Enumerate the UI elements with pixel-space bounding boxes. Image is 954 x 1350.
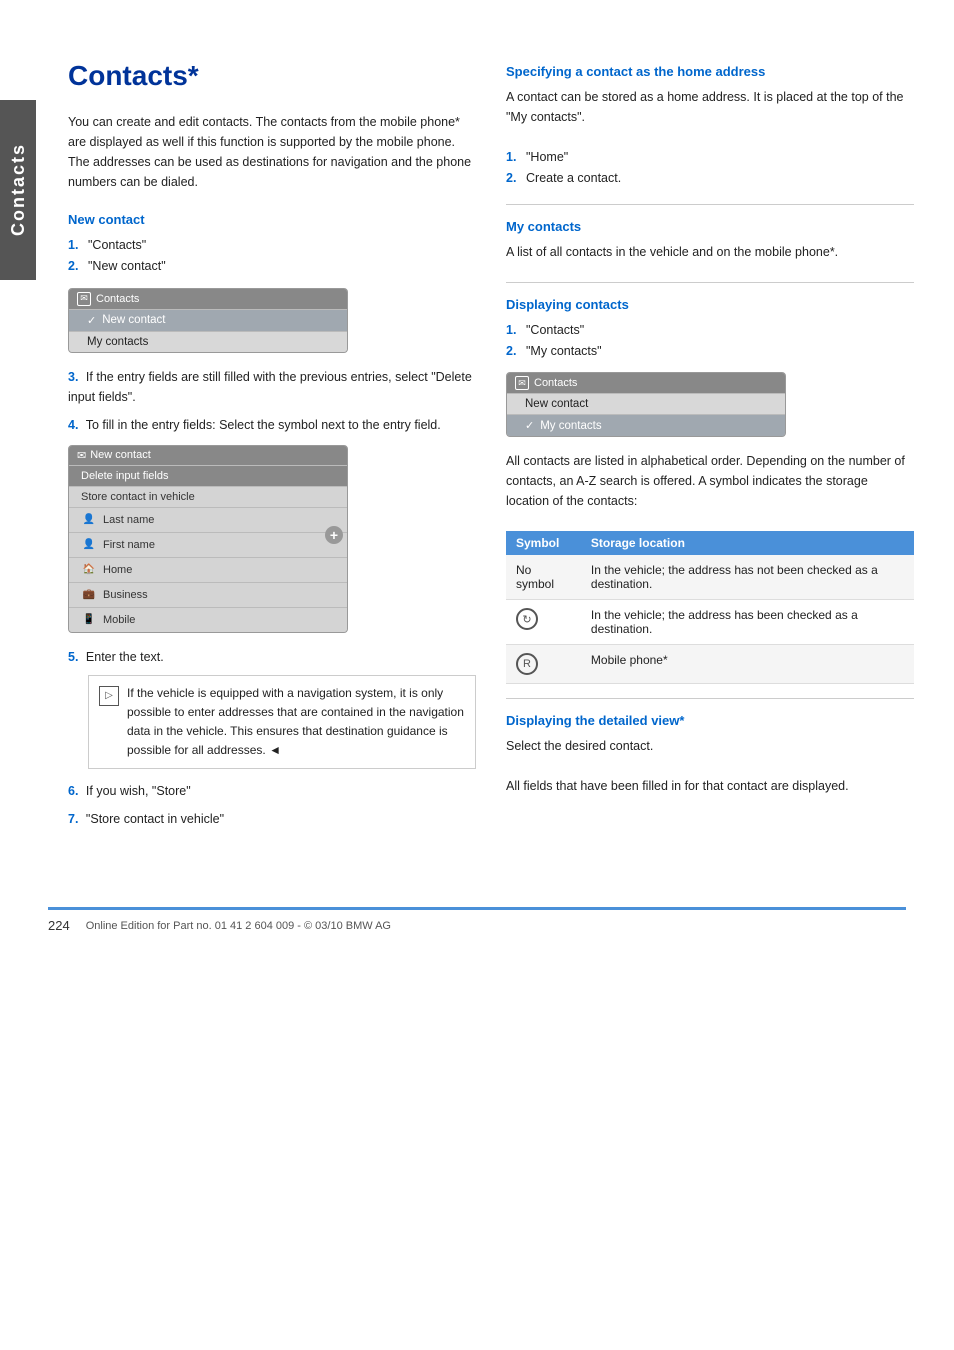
detail-view-intro: Select the desired contact. [506, 736, 914, 756]
arrow-circle-icon: ↻ [516, 608, 538, 630]
mobile-circle-icon: R [516, 653, 538, 675]
symbol-col-header: Symbol [506, 531, 581, 555]
mockup-row-my-contacts: My contacts [69, 331, 347, 352]
list-item: 2. "New contact" [68, 256, 476, 277]
list-item: 2. Create a contact. [506, 168, 914, 189]
nc-home-row: 🏠 Home [69, 557, 347, 582]
person-icon-lastname: 👤 [81, 512, 97, 528]
list-item: 2. "My contacts" [506, 341, 914, 362]
navigation-note: If the vehicle is equipped with a naviga… [88, 675, 476, 770]
location-cell-arrow: In the vehicle; the address has been che… [581, 600, 914, 645]
copyright-text: Online Edition for Part no. 01 41 2 604 … [86, 920, 391, 932]
section-divider-2 [506, 282, 914, 283]
step-6: 6. If you wish, "Store" [68, 781, 476, 801]
page-number: 224 [48, 918, 70, 933]
home-icon: 🏠 [81, 562, 97, 578]
new-contact-icon: ✉ [77, 449, 86, 462]
page-title: Contacts* [68, 60, 476, 92]
contacts-icon: ✉ [77, 292, 91, 306]
list-item: 1. "Home" [506, 147, 914, 168]
list-item: 1. "Contacts" [68, 235, 476, 256]
home-address-steps: 1. "Home" 2. Create a contact. [506, 147, 914, 190]
nc-delete-row: Delete input fields [69, 465, 347, 486]
section-divider-3 [506, 698, 914, 699]
nc-mobile-row: 📱 Mobile [69, 607, 347, 632]
business-icon: 💼 [81, 587, 97, 603]
home-address-heading: Specifying a contact as the home address [506, 64, 914, 79]
table-row: No symbol In the vehicle; the address ha… [506, 555, 914, 600]
table-row: R Mobile phone* [506, 645, 914, 684]
nc-store-row: Store contact in vehicle [69, 486, 347, 507]
mockup-row-new-contact: ✓ New contact [69, 309, 347, 331]
section-divider [506, 204, 914, 205]
nc-business-row: 💼 Business [69, 582, 347, 607]
new-contact-heading: New contact [68, 212, 476, 227]
new-contact-mockup: ✉ New contact Delete input fields Store … [68, 445, 348, 633]
step-4: 4. To fill in the entry fields: Select t… [68, 415, 476, 435]
contacts-icon-2: ✉ [515, 376, 529, 390]
detail-view-desc: All fields that have been filled in for … [506, 776, 914, 796]
step-5: 5. Enter the text. [68, 647, 476, 667]
nc-lastname-row: 👤 Last name [69, 507, 347, 532]
displaying-contacts-desc: All contacts are listed in alphabetical … [506, 451, 914, 511]
plus-button[interactable]: + [325, 526, 343, 544]
right-column: Specifying a contact as the home address… [506, 60, 914, 837]
my-contacts-intro: A list of all contacts in the vehicle an… [506, 242, 914, 262]
page-footer: 224 Online Edition for Part no. 01 41 2 … [48, 907, 906, 933]
new-contact-steps: 1. "Contacts" 2. "New contact" [68, 235, 476, 278]
symbol-table: Symbol Storage location No symbol In the… [506, 531, 914, 684]
nc-firstname-row: 👤 First name [69, 532, 347, 557]
detail-view-heading: Displaying the detailed view* [506, 713, 914, 728]
location-cell-none: In the vehicle; the address has not been… [581, 555, 914, 600]
sidebar-label: Contacts [0, 100, 36, 280]
note-icon [99, 686, 119, 706]
list-item: 1. "Contacts" [506, 320, 914, 341]
step-7: 7. "Store contact in vehicle" [68, 809, 476, 829]
mockup3-row-new-contact: New contact [507, 393, 785, 414]
symbol-cell-arrow: ↻ [506, 600, 581, 645]
mobile-icon: 📱 [81, 612, 97, 628]
symbol-cell-mobile: R [506, 645, 581, 684]
my-contacts-heading: My contacts [506, 219, 914, 234]
my-contacts-mockup: ✉ Contacts New contact ✓ My contacts [506, 372, 786, 437]
location-cell-mobile: Mobile phone* [581, 645, 914, 684]
symbol-cell-none: No symbol [506, 555, 581, 600]
contacts-menu-mockup: ✉ Contacts ✓ New contact My contacts [68, 288, 348, 353]
step-3: 3. If the entry fields are still filled … [68, 367, 476, 407]
home-address-intro: A contact can be stored as a home addres… [506, 87, 914, 127]
table-row: ↻ In the vehicle; the address has been c… [506, 600, 914, 645]
left-column: Contacts* You can create and edit contac… [68, 60, 476, 837]
mockup3-row-my-contacts: ✓ My contacts [507, 414, 785, 436]
intro-text: You can create and edit contacts. The co… [68, 112, 476, 192]
displaying-contacts-heading: Displaying contacts [506, 297, 914, 312]
storage-col-header: Storage location [581, 531, 914, 555]
person-icon-firstname: 👤 [81, 537, 97, 553]
displaying-contacts-steps: 1. "Contacts" 2. "My contacts" [506, 320, 914, 363]
